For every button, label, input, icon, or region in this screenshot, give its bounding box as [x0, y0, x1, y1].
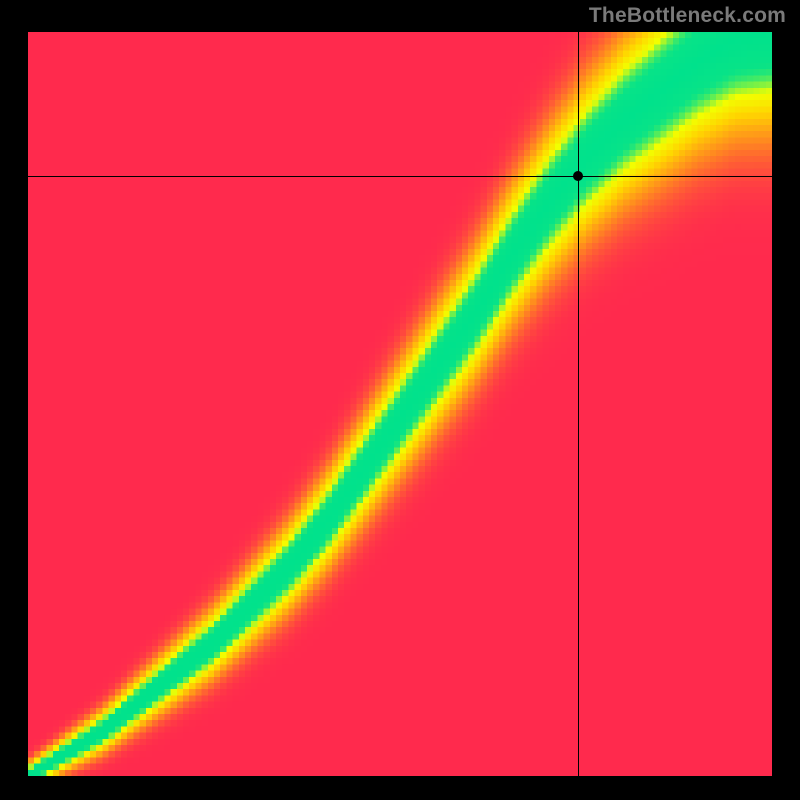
heatmap-canvas: [28, 32, 772, 776]
crosshair-vertical: [578, 32, 579, 776]
crosshair-marker: [573, 171, 583, 181]
chart-frame: TheBottleneck.com: [0, 0, 800, 800]
crosshair-horizontal: [28, 176, 772, 177]
plot-area: [28, 32, 772, 776]
watermark-text: TheBottleneck.com: [589, 4, 786, 28]
